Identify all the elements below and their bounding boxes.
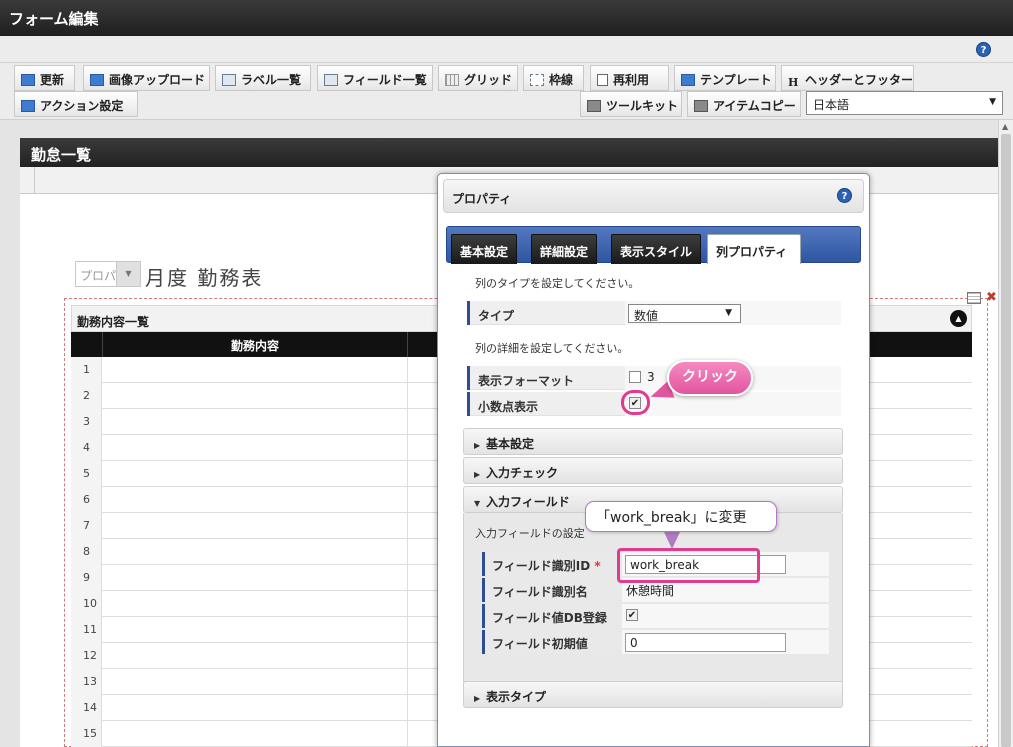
reuse-button[interactable]: 再利用 bbox=[590, 65, 669, 91]
field-list-button[interactable]: フィールド一覧 bbox=[317, 65, 433, 91]
properties-header: プロパティ ? bbox=[443, 179, 864, 213]
format-option-label: 3 bbox=[647, 370, 655, 384]
column-header: 勤務内容 bbox=[102, 332, 407, 357]
template-button[interactable]: テンプレート bbox=[674, 65, 776, 91]
highlight-ring bbox=[621, 390, 650, 415]
header-footer-button[interactable]: H ヘッダーとフッター bbox=[781, 65, 914, 91]
field-init-row: フィールド初期値 0 bbox=[482, 630, 829, 654]
rename-callout: 「work_break」に変更 bbox=[585, 501, 777, 532]
language-select[interactable]: 日本語 ▼ bbox=[806, 91, 1003, 115]
grid-icon bbox=[445, 74, 459, 86]
header-footer-icon: H bbox=[788, 76, 799, 89]
close-icon[interactable]: ✖ bbox=[986, 290, 997, 305]
reuse-icon bbox=[597, 74, 608, 86]
chevron-right-icon: ▶ bbox=[474, 441, 481, 450]
type-select[interactable]: 数値 ▼ bbox=[628, 304, 741, 323]
vertical-scrollbar[interactable]: ▲ bbox=[998, 120, 1013, 747]
field-db-row: フィールド値DB登録 ✔ bbox=[482, 604, 829, 628]
help-icon[interactable]: ? bbox=[837, 188, 852, 203]
strip-divider bbox=[34, 167, 35, 194]
input-field-hint: 入力フィールドの設定 bbox=[475, 527, 585, 540]
help-bar: ? bbox=[0, 36, 1013, 63]
form-title: 勤怠一覧 bbox=[20, 138, 998, 167]
tab-display-style[interactable]: 表示スタイル bbox=[611, 234, 702, 264]
grid-button[interactable]: グリッド bbox=[438, 65, 518, 91]
field-name-value: 休憩時間 bbox=[626, 584, 675, 598]
highlight-ring bbox=[617, 548, 760, 583]
toolkit-button[interactable]: ツールキット bbox=[580, 91, 682, 117]
toolkit-icon bbox=[587, 100, 601, 112]
type-hint: 列のタイプを設定してください。 bbox=[475, 277, 640, 290]
scroll-up-icon[interactable]: ▲ bbox=[1002, 122, 1008, 131]
collapse-up-icon[interactable]: ▲ bbox=[950, 310, 967, 327]
item-copy-icon bbox=[694, 100, 708, 112]
chevron-down-icon: ▼ bbox=[474, 499, 481, 508]
properties-title: プロパティ bbox=[452, 192, 512, 206]
field-db-checkbox[interactable]: ✔ bbox=[626, 609, 638, 621]
tab-detail[interactable]: 詳細設定 bbox=[531, 234, 598, 264]
month-select[interactable]: プロパ ▼ bbox=[75, 261, 141, 287]
callout-tail bbox=[664, 532, 680, 549]
scroll-thumb[interactable] bbox=[1001, 134, 1011, 747]
tab-basic[interactable]: 基本設定 bbox=[451, 234, 518, 264]
border-icon bbox=[530, 74, 544, 86]
chevron-down-icon: ▼ bbox=[116, 262, 140, 286]
action-settings-button[interactable]: アクション設定 bbox=[14, 91, 138, 117]
tab-column-properties[interactable]: 列プロパティ bbox=[707, 234, 801, 264]
window-title: フォーム編集 bbox=[0, 0, 1013, 36]
input-field-panel: 入力フィールドの設定 フィールド識別ID * work_break フィールド識… bbox=[463, 513, 843, 682]
table-settings-icon[interactable] bbox=[967, 292, 981, 304]
detail-hint: 列の詳細を設定してください。 bbox=[475, 342, 629, 355]
required-mark: * bbox=[594, 559, 601, 573]
field-list-icon bbox=[324, 74, 338, 86]
image-upload-button[interactable]: 画像アップロード bbox=[83, 65, 210, 91]
border-button[interactable]: 枠線 bbox=[523, 65, 584, 91]
chevron-right-icon: ▶ bbox=[474, 694, 481, 703]
accordion-display-type[interactable]: ▶ 表示タイプ bbox=[463, 681, 843, 708]
update-button[interactable]: 更新 bbox=[14, 65, 75, 91]
help-icon[interactable]: ? bbox=[976, 42, 991, 57]
chevron-down-icon: ▼ bbox=[989, 97, 996, 107]
type-row: タイプ 数値 ▼ bbox=[467, 301, 841, 325]
format-checkbox[interactable] bbox=[629, 371, 641, 383]
tab-bar: 基本設定 詳細設定 表示スタイル 列プロパティ bbox=[446, 226, 861, 264]
month-heading: 月度 勤務表 bbox=[145, 266, 264, 290]
column-divider bbox=[407, 332, 408, 357]
item-copy-button[interactable]: アイテムコピー bbox=[687, 91, 801, 117]
label-list-icon bbox=[222, 74, 236, 86]
action-icon bbox=[21, 100, 35, 112]
accordion-basic[interactable]: ▶ 基本設定 bbox=[463, 428, 843, 455]
click-callout: クリック bbox=[667, 360, 753, 396]
chevron-right-icon: ▶ bbox=[474, 470, 481, 479]
label-list-button[interactable]: ラベル一覧 bbox=[215, 65, 311, 91]
image-upload-icon bbox=[90, 74, 104, 86]
field-init-input[interactable]: 0 bbox=[625, 633, 786, 652]
accordion-input-check[interactable]: ▶ 入力チェック bbox=[463, 457, 843, 484]
template-icon bbox=[681, 74, 695, 86]
chevron-down-icon: ▼ bbox=[725, 308, 732, 318]
refresh-icon bbox=[21, 74, 35, 86]
